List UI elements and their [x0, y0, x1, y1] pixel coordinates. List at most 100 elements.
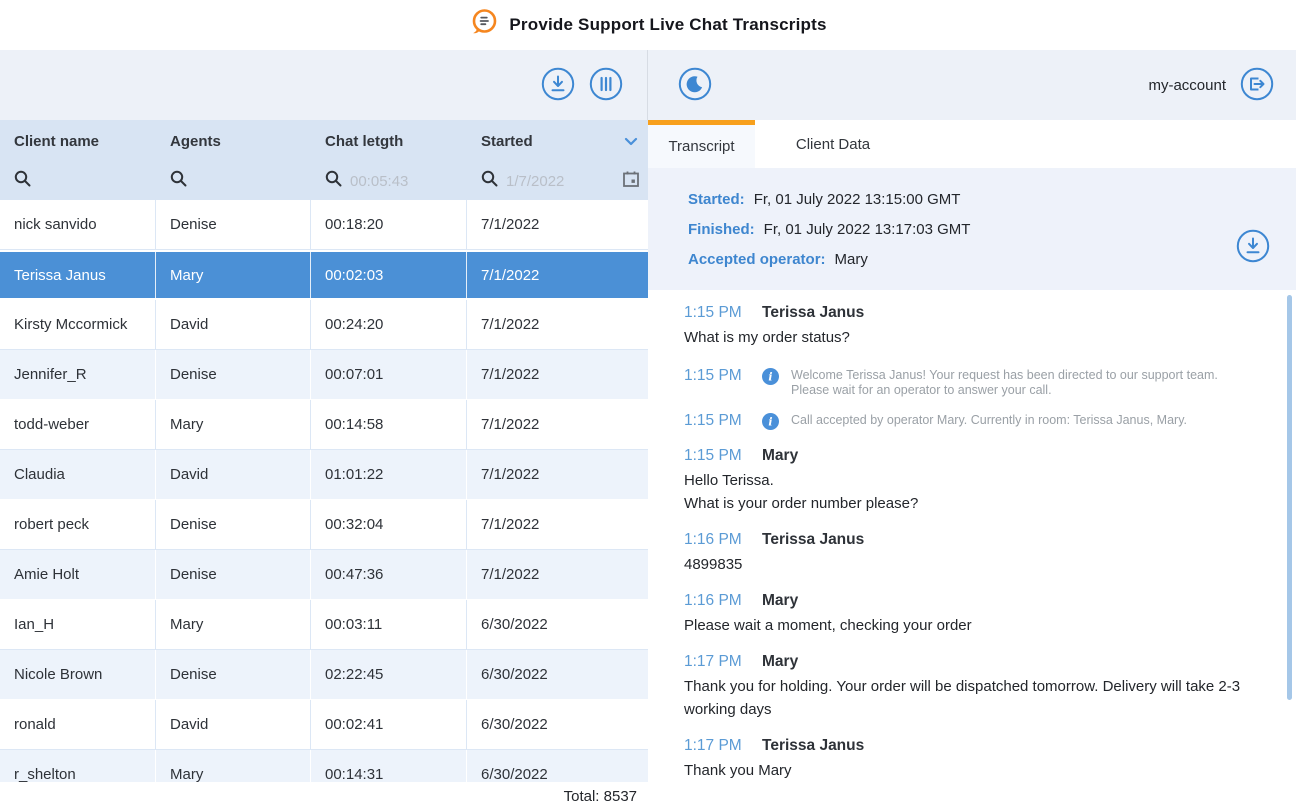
table-row[interactable]: Ian_HMary00:03:116/30/2022	[0, 600, 648, 650]
started-value: Fr, 01 July 2022 13:15:00 GMT	[754, 191, 961, 208]
search-icon[interactable]	[170, 170, 187, 192]
svg-text:i: i	[768, 370, 772, 383]
table-cell: Denise	[156, 200, 311, 249]
table-cell: robert peck	[0, 500, 156, 549]
logout-button[interactable]	[1240, 68, 1274, 102]
table-cell: 00:18:20	[311, 200, 467, 249]
toolbar: my-account	[0, 50, 1296, 120]
search-icon[interactable]	[325, 170, 342, 192]
table-cell: 7/1/2022	[467, 200, 648, 249]
table-row[interactable]: Amie HoltDenise00:47:367/1/2022	[0, 550, 648, 600]
toolbar-right: my-account	[648, 50, 1296, 120]
search-cell-chat-length	[311, 162, 467, 200]
table-cell: 7/1/2022	[467, 350, 648, 399]
columns-settings-button[interactable]	[589, 68, 623, 102]
message-author: Mary	[762, 653, 798, 671]
transcripts-table-panel: Client name Agents Chat letgth Started	[0, 120, 648, 810]
column-header-chat-length[interactable]: Chat letgth	[311, 120, 467, 162]
visitor-message: 1:15 PMTerissa Janus What is my order sta…	[684, 304, 1252, 349]
table-cell: 00:32:04	[311, 500, 467, 549]
tab-label: Transcript	[668, 138, 734, 155]
tab-client-data[interactable]: Client Data	[755, 120, 911, 168]
table-cell: Jennifer_R	[0, 350, 156, 399]
table-cell: Denise	[156, 650, 311, 699]
operator-message: 1:16 PMMaryPlease wait a moment, checkin…	[684, 592, 1252, 637]
table-cell: Denise	[156, 500, 311, 549]
search-cell-started	[467, 162, 648, 200]
column-header-agents[interactable]: Agents	[156, 120, 311, 162]
table-row[interactable]: Nicole BrownDenise02:22:456/30/2022	[0, 650, 648, 700]
agents-search-input[interactable]	[195, 173, 285, 190]
download-icon	[541, 67, 575, 104]
finished-label: Finished:	[688, 221, 755, 238]
operator-message: 1:15 PMMary Hello Terissa.What is your or…	[684, 447, 1252, 515]
logout-icon	[1240, 67, 1274, 104]
table-row[interactable]: Kirsty MccormickDavid00:24:207/1/2022	[0, 300, 648, 350]
table-cell: 00:02:41	[311, 700, 467, 749]
started-search-input[interactable]	[506, 173, 596, 190]
moon-icon	[678, 67, 712, 104]
calendar-icon[interactable]	[622, 170, 640, 193]
download-table-button[interactable]	[541, 68, 575, 102]
client-name-search-input[interactable]	[39, 173, 129, 190]
message-author: Terissa Janus	[762, 304, 864, 322]
table-cell: nick sanvido	[0, 200, 156, 249]
transcript-meta: Started: Fr, 01 July 2022 13:15:00 GMT F…	[648, 168, 1296, 290]
table-cell: 02:22:45	[311, 650, 467, 699]
table-row[interactable]: todd-weberMary00:14:587/1/2022	[0, 400, 648, 450]
sort-chevron-down-icon[interactable]	[624, 137, 638, 146]
message-time: 1:16 PM	[684, 592, 762, 610]
table-row[interactable]: Jennifer_RDenise00:07:017/1/2022	[0, 350, 648, 400]
column-header-started[interactable]: Started	[467, 120, 648, 162]
total-bar: Total: 8537	[0, 782, 648, 810]
total-count-label: Total: 8537	[564, 788, 637, 805]
table-cell: 00:24:20	[311, 300, 467, 349]
tab-bar: Transcript Client Data	[648, 120, 1296, 168]
messages-list: 1:15 PMTerissa JanusWhat is my order sta…	[648, 290, 1296, 782]
table-cell: David	[156, 450, 311, 499]
column-header-client-name[interactable]: Client name	[0, 120, 156, 162]
table-row[interactable]: nick sanvidoDenise00:18:207/1/2022	[0, 200, 648, 250]
message-text: Thank you Mary	[684, 759, 1252, 782]
table-cell: 01:01:22	[311, 450, 467, 499]
started-label: Started:	[688, 191, 745, 208]
table-row[interactable]: ClaudiaDavid01:01:227/1/2022	[0, 450, 648, 500]
chat-length-search-input[interactable]	[350, 173, 440, 190]
table-cell: 00:14:58	[311, 400, 467, 449]
table-body: nick sanvidoDenise00:18:207/1/2022Teriss…	[0, 200, 648, 800]
table-row[interactable]: ronaldDavid00:02:416/30/2022	[0, 700, 648, 750]
message-text: Hello Terissa.What is your order number …	[684, 469, 1252, 515]
table-cell: 00:47:36	[311, 550, 467, 599]
page-title: Provide Support Live Chat Transcripts	[509, 15, 826, 35]
info-icon: i	[762, 413, 779, 435]
table-cell: 7/1/2022	[467, 400, 648, 449]
search-icon[interactable]	[14, 170, 31, 192]
message-header: 1:15 PMTerissa Janus	[684, 304, 1252, 322]
account-name-label: my-account	[1148, 77, 1226, 94]
operator-message: 1:17 PMMaryThank you for holding. Your o…	[684, 653, 1252, 721]
table-cell: Denise	[156, 550, 311, 599]
table-row[interactable]: Terissa JanusMary00:02:037/1/2022	[0, 250, 648, 300]
search-icon[interactable]	[481, 170, 498, 192]
meta-row-accepted-operator: Accepted operator: Mary	[688, 244, 1296, 274]
table-cell: ronald	[0, 700, 156, 749]
message-text: 4899835	[684, 553, 1252, 576]
table-cell: 7/1/2022	[467, 450, 648, 499]
download-transcript-button[interactable]	[1236, 230, 1270, 264]
app-header: Provide Support Live Chat Transcripts	[0, 0, 1296, 50]
table-cell: Mary	[156, 600, 311, 649]
table-cell: Mary	[156, 252, 311, 298]
search-cell-client-name	[0, 162, 156, 200]
dark-mode-button[interactable]	[678, 68, 712, 102]
table-row[interactable]: robert peckDenise00:32:047/1/2022	[0, 500, 648, 550]
messages-scrollbar[interactable]	[1287, 295, 1292, 700]
meta-row-finished: Finished: Fr, 01 July 2022 13:17:03 GMT	[688, 214, 1296, 244]
table-cell: 6/30/2022	[467, 650, 648, 699]
message-time: 1:15 PM	[684, 447, 762, 465]
message-text: What is my order status?	[684, 326, 1252, 349]
system-message: 1:15 PMiCall accepted by operator Mary. …	[684, 410, 1252, 435]
tab-transcript[interactable]: Transcript	[648, 120, 755, 168]
provide-support-logo-icon	[469, 7, 499, 44]
message-author: Mary	[762, 447, 798, 465]
table-cell: 7/1/2022	[467, 550, 648, 599]
